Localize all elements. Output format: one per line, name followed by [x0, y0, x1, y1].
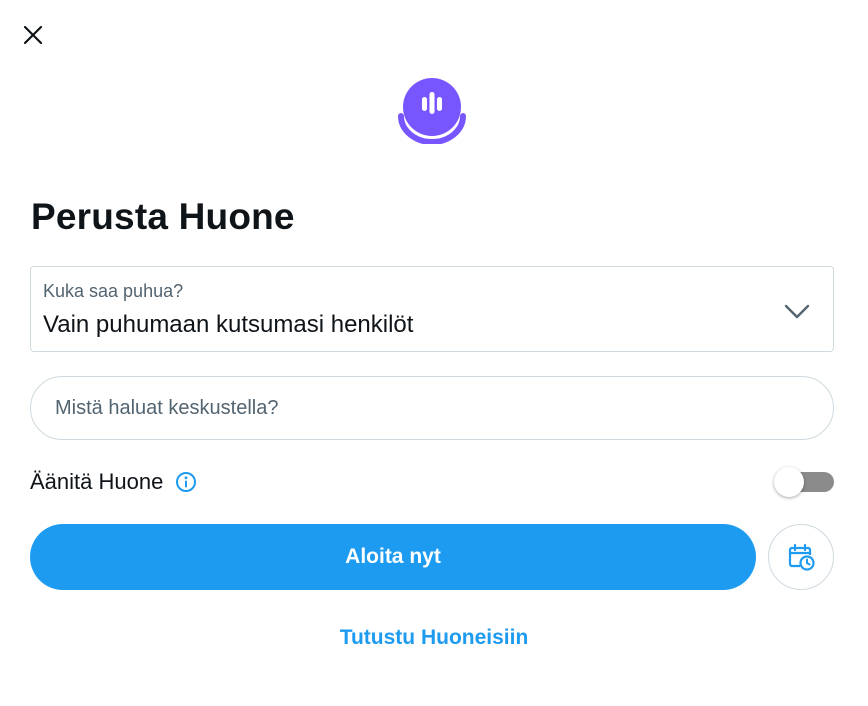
close-icon: [23, 25, 43, 45]
close-button[interactable]: [14, 16, 52, 54]
speaker-permission-value: Vain puhumaan kutsumasi henkilöt: [43, 311, 414, 338]
topic-input[interactable]: [30, 376, 834, 440]
toggle-knob: [774, 467, 804, 497]
create-space-dialog: Perusta Huone Kuka saa puhua? Vain puhum…: [0, 0, 868, 706]
speaker-permission-label: Kuka saa puhua?: [43, 281, 184, 301]
record-space-label: Äänitä Huone: [30, 469, 164, 494]
speaker-permission-select[interactable]: Kuka saa puhua? Vain puhumaan kutsumasi …: [30, 266, 834, 352]
record-space-toggle[interactable]: [774, 467, 834, 497]
dialog-title: Perusta Huone: [31, 196, 295, 237]
spaces-logo-icon: [398, 78, 466, 144]
schedule-button[interactable]: [768, 524, 834, 590]
start-now-button[interactable]: Aloita nyt: [30, 524, 756, 590]
chevron-down-icon: [784, 304, 810, 319]
record-space-row: Äänitä Huone: [30, 466, 834, 498]
explore-spaces-link[interactable]: Tutustu Huoneisiin: [0, 626, 868, 650]
info-icon[interactable]: [175, 471, 197, 493]
calendar-clock-icon: [788, 543, 815, 571]
